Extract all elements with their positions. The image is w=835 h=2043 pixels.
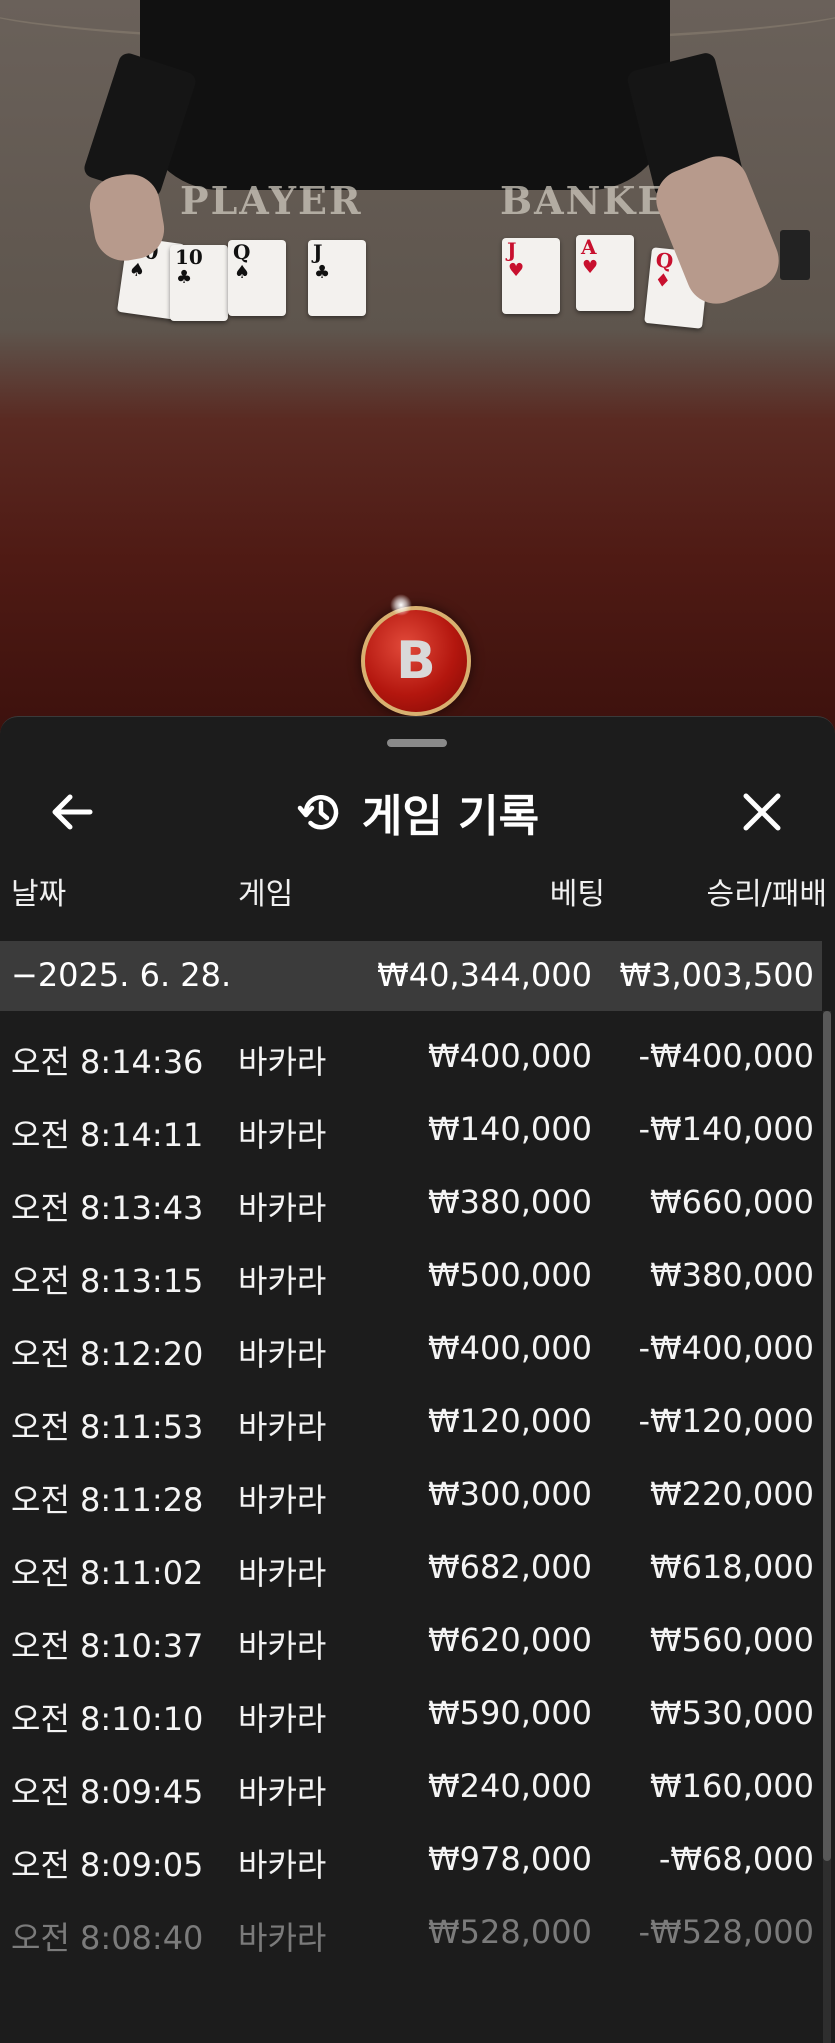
column-header-game[interactable]: 게임: [238, 869, 293, 913]
history-row[interactable]: 오전 8:12:20 바카라 ₩400,000 -₩400,000: [0, 1313, 822, 1383]
row-result: ₩220,000: [650, 1475, 814, 1513]
row-time: 오전 8:13:15: [11, 1262, 204, 1300]
history-row[interactable]: 오전 8:13:43 바카라 ₩380,000 ₩660,000: [0, 1167, 822, 1237]
row-game: 바카라: [238, 1481, 327, 1519]
row-result: ₩160,000: [650, 1767, 814, 1805]
history-row[interactable]: 오전 8:11:53 바카라 ₩120,000 -₩120,000: [0, 1386, 822, 1456]
row-result: ₩618,000: [650, 1548, 814, 1586]
page-title: 게임 기록: [361, 791, 540, 842]
row-game: 바카라: [238, 1554, 327, 1592]
dealer: [140, 0, 670, 190]
row-time: 오전 8:08:40: [11, 1919, 204, 1957]
history-row[interactable]: 오전 8:09:05 바카라 ₩978,000 -₩68,000: [0, 1824, 822, 1894]
player-zone-label: PLAYER: [180, 178, 363, 223]
row-bet: ₩120,000: [428, 1402, 592, 1440]
row-bet: ₩682,000: [428, 1548, 592, 1586]
row-bet: ₩500,000: [428, 1256, 592, 1294]
row-time: 오전 8:09:45: [11, 1773, 204, 1811]
row-time: 오전 8:10:10: [11, 1700, 204, 1738]
row-time: 오전 8:10:37: [11, 1627, 204, 1665]
row-result: -₩120,000: [638, 1402, 814, 1440]
column-header-result[interactable]: 승리/패배: [706, 869, 827, 913]
summary-bet-total: ₩40,344,000: [377, 956, 592, 994]
history-row[interactable]: 오전 8:10:10 바카라 ₩590,000 ₩530,000: [0, 1678, 822, 1748]
row-result: ₩560,000: [650, 1621, 814, 1659]
history-row[interactable]: 오전 8:09:45 바카라 ₩240,000 ₩160,000: [0, 1751, 822, 1821]
row-result: -₩528,000: [638, 1913, 814, 1951]
history-row[interactable]: 오전 8:10:37 바카라 ₩620,000 ₩560,000: [0, 1605, 822, 1675]
player-card-4: J ♣: [308, 240, 366, 316]
row-result: -₩68,000: [658, 1840, 814, 1878]
history-icon: [297, 795, 339, 830]
row-time: 오전 8:11:53: [11, 1408, 204, 1446]
row-bet: ₩978,000: [428, 1840, 592, 1878]
row-time: 오전 8:13:43: [11, 1189, 204, 1227]
row-result: ₩380,000: [650, 1256, 814, 1294]
column-header-date[interactable]: 날짜: [11, 869, 66, 913]
summary-date: −2025. 6. 28.: [11, 956, 232, 994]
player-card-3: Q ♠: [228, 240, 286, 316]
live-video-table: PLAYER BANKER 10♠ 10♣ Q♠ J♣ J♥ A♥ Q♦ B: [0, 0, 835, 760]
row-result: ₩660,000: [650, 1183, 814, 1221]
row-time: 오전 8:09:05: [11, 1846, 204, 1884]
date-group-summary-row[interactable]: −2025. 6. 28. ₩40,344,000 ₩3,003,500: [0, 941, 822, 1011]
column-headers: 날짜 게임 베팅 승리/패배: [0, 869, 835, 919]
row-result: -₩140,000: [638, 1110, 814, 1148]
summary-result-total: ₩3,003,500: [619, 956, 815, 994]
close-icon: [743, 793, 781, 831]
banker-card-1: J ♥: [502, 238, 560, 314]
scrollbar-thumb[interactable]: [823, 1011, 831, 1861]
row-bet: ₩400,000: [428, 1037, 592, 1075]
row-game: 바카라: [238, 1773, 327, 1811]
row-bet: ₩528,000: [428, 1913, 592, 1951]
row-bet: ₩380,000: [428, 1183, 592, 1221]
row-bet: ₩400,000: [428, 1329, 592, 1367]
row-game: 바카라: [238, 1408, 327, 1446]
row-time: 오전 8:14:11: [11, 1116, 204, 1154]
row-bet: ₩300,000: [428, 1475, 592, 1513]
row-time: 오전 8:11:28: [11, 1481, 204, 1519]
history-row[interactable]: 오전 8:14:36 바카라 ₩400,000 -₩400,000: [0, 1021, 822, 1091]
history-scrollbar[interactable]: [823, 1011, 831, 2043]
banker-card-2: A ♥: [576, 235, 634, 311]
row-result: -₩400,000: [638, 1037, 814, 1075]
row-game: 바카라: [238, 1700, 327, 1738]
row-time: 오전 8:11:02: [11, 1554, 204, 1592]
row-bet: ₩240,000: [428, 1767, 592, 1805]
row-game: 바카라: [238, 1919, 327, 1957]
title-group: 게임 기록: [0, 767, 835, 857]
card-shoe: [780, 230, 810, 280]
sheet-drag-handle[interactable]: [387, 739, 447, 747]
history-row[interactable]: 오전 8:08:40 바카라 ₩528,000 -₩528,000: [0, 1897, 822, 1967]
chip-sparkle: [390, 594, 412, 616]
row-result: ₩530,000: [650, 1694, 814, 1732]
row-game: 바카라: [238, 1043, 327, 1081]
row-bet: ₩590,000: [428, 1694, 592, 1732]
row-time: 오전 8:12:20: [11, 1335, 204, 1373]
row-game: 바카라: [238, 1189, 327, 1227]
row-game: 바카라: [238, 1846, 327, 1884]
row-time: 오전 8:14:36: [11, 1043, 204, 1081]
sheet-header: 게임 기록: [0, 767, 835, 857]
banker-bet-chip: B: [361, 606, 471, 716]
row-game: 바카라: [238, 1116, 327, 1154]
history-row[interactable]: 오전 8:13:15 바카라 ₩500,000 ₩380,000: [0, 1240, 822, 1310]
history-row[interactable]: 오전 8:11:02 바카라 ₩682,000 ₩618,000: [0, 1532, 822, 1602]
row-game: 바카라: [238, 1335, 327, 1373]
column-header-bet[interactable]: 베팅: [550, 869, 605, 913]
row-bet: ₩620,000: [428, 1621, 592, 1659]
row-game: 바카라: [238, 1262, 327, 1300]
row-game: 바카라: [238, 1627, 327, 1665]
row-result: -₩400,000: [638, 1329, 814, 1367]
history-row[interactable]: 오전 8:14:11 바카라 ₩140,000 -₩140,000: [0, 1094, 822, 1164]
game-history-sheet: 게임 기록 날짜 게임 베팅 승리/패배 −2025. 6. 28. ₩40,3…: [0, 716, 835, 2043]
player-card-2: 10 ♣: [170, 245, 228, 321]
history-row[interactable]: 오전 8:11:28 바카라 ₩300,000 ₩220,000: [0, 1459, 822, 1529]
row-bet: ₩140,000: [428, 1110, 592, 1148]
close-button[interactable]: [730, 785, 794, 839]
